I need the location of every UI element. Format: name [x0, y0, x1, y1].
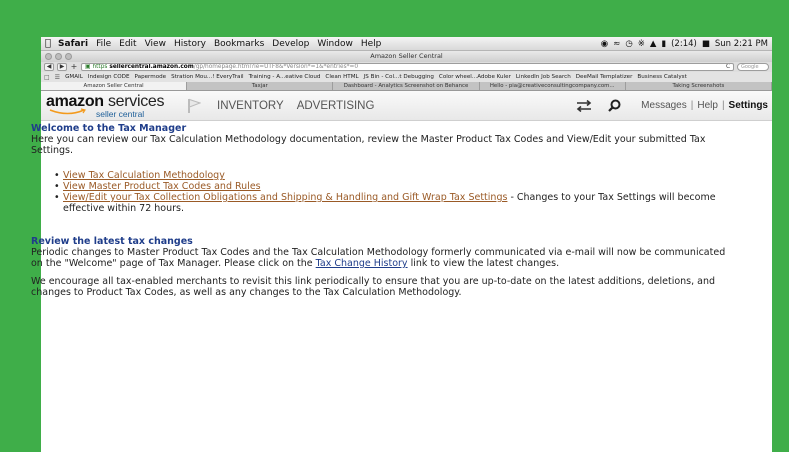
- bookmark-business-catalyst[interactable]: Business Catalyst: [637, 74, 686, 80]
- battery-icon[interactable]: ▮: [661, 39, 666, 49]
- tab-amazon-seller-central[interactable]: Amazon Seller Central: [41, 82, 188, 90]
- time-machine-icon[interactable]: ◷: [625, 39, 632, 49]
- battery-time: (2:14): [671, 38, 697, 49]
- clock[interactable]: Sun 2:21 PM: [715, 39, 768, 49]
- bluetooth-icon[interactable]: ※: [638, 39, 645, 49]
- window-controls: [45, 53, 72, 60]
- welcome-heading: Welcome to the Tax Manager: [31, 123, 187, 134]
- review-text: Periodic changes to Master Product Tax C…: [31, 247, 731, 269]
- menu-history[interactable]: History: [174, 39, 206, 49]
- mac-menubar:  Safari File Edit View History Bookmark…: [41, 37, 772, 51]
- window-title: Amazon Seller Central: [370, 52, 443, 60]
- search-input[interactable]: Google: [737, 63, 769, 71]
- bookmark-linkedin[interactable]: LinkedIn Job Search: [516, 74, 571, 80]
- review-text-b: link to view the latest changes.: [407, 258, 560, 269]
- url-scheme: https: [92, 64, 108, 70]
- bookmark-training[interactable]: Training - A...eative Cloud: [249, 74, 321, 80]
- close-window-button[interactable]: [45, 53, 52, 60]
- nav-inventory[interactable]: INVENTORY: [217, 100, 284, 112]
- bookmarks-bar: □ ☰ GMAIL Indesign CODE Papermode Strati…: [41, 72, 772, 82]
- menu-help[interactable]: Help: [361, 39, 382, 49]
- menu-app-safari[interactable]: Safari: [58, 39, 88, 49]
- reading-list-icon[interactable]: □: [44, 74, 50, 81]
- nav-advertising[interactable]: ADVERTISING: [297, 100, 375, 112]
- volume-icon[interactable]: ▲: [650, 39, 657, 49]
- review-heading: Review the latest tax changes: [31, 236, 193, 247]
- tab-taking-screenshots[interactable]: Taking Screenshots: [626, 82, 772, 90]
- bookmark-papermode[interactable]: Papermode: [135, 74, 167, 80]
- wifi-icon[interactable]: ≈: [613, 39, 620, 49]
- tax-change-history-link[interactable]: Tax Change History: [316, 258, 408, 269]
- show-all-bookmarks-icon[interactable]: ☰: [55, 74, 60, 81]
- forward-button[interactable]: ▶: [57, 63, 67, 71]
- bookmark-jsbin[interactable]: JS Bin - Col...t Debugging: [364, 74, 434, 80]
- apple-icon[interactable]: : [45, 38, 51, 49]
- tab-taxjar[interactable]: Taxjar: [187, 82, 334, 90]
- address-toolbar: ◀ ▶ + ▣ https sellercentral.amazon.com /…: [41, 62, 772, 72]
- tax-links-list: View Tax Calculation Methodology View Ma…: [54, 170, 731, 214]
- edit-tax-settings-link[interactable]: View/Edit your Tax Collection Obligation…: [63, 192, 507, 203]
- flag-icon[interactable]: [187, 98, 201, 114]
- url-path: /gp/homepage.html?ie=UTF8&*Version*=1&*e…: [193, 64, 359, 70]
- encourage-text: We encourage all tax-enabled merchants t…: [31, 276, 716, 298]
- bookmark-clean-html[interactable]: Clean HTML: [325, 74, 358, 80]
- menu-edit[interactable]: Edit: [119, 39, 136, 49]
- url-field[interactable]: ▣ https sellercentral.amazon.com /gp/hom…: [81, 63, 734, 71]
- lock-icon: ▣: [85, 64, 91, 70]
- help-link[interactable]: Help: [693, 100, 722, 111]
- list-item: View Master Product Tax Codes and Rules: [54, 181, 731, 192]
- messages-link[interactable]: Messages: [637, 100, 691, 111]
- tab-hello-email[interactable]: Hello - pia@creativeconsultingcompany.co…: [480, 82, 626, 90]
- menu-file[interactable]: File: [96, 39, 111, 49]
- main-nav: INVENTORY ADVERTISING: [217, 100, 374, 112]
- logo-services: services: [107, 93, 165, 110]
- header-right-nav: Messages | Help | Settings: [576, 99, 772, 112]
- search-icon[interactable]: [608, 99, 621, 112]
- logo-seller-central: seller central: [96, 109, 145, 119]
- view-tax-methodology-link[interactable]: View Tax Calculation Methodology: [63, 170, 225, 181]
- url-host: sellercentral.amazon.com: [109, 64, 194, 70]
- flag-icon[interactable]: ■: [702, 39, 710, 49]
- zoom-window-button[interactable]: [65, 53, 72, 60]
- back-button[interactable]: ◀: [44, 63, 54, 71]
- bookmark-color-wheel[interactable]: Color wheel...Adobe Kuler: [439, 74, 511, 80]
- welcome-text: Here you can review our Tax Calculation …: [31, 134, 706, 156]
- seller-central-header: amazon services seller central INVENTORY…: [41, 91, 772, 121]
- reload-icon[interactable]: C: [726, 64, 730, 70]
- window-titlebar: Amazon Seller Central: [41, 51, 772, 62]
- menubar-status: ◉ ≈ ◷ ※ ▲ ▮ (2:14) ■ Sun 2:21 PM: [601, 39, 768, 49]
- menu-view[interactable]: View: [145, 39, 166, 49]
- swap-arrows-icon[interactable]: [576, 99, 592, 112]
- bookmark-indesign-code[interactable]: Indesign CODE: [88, 74, 130, 80]
- settings-link[interactable]: Settings: [725, 100, 772, 111]
- menu-bookmarks[interactable]: Bookmarks: [214, 39, 264, 49]
- tab-dashboard-analytics[interactable]: Dashboard - Analytics Screenshot on Beha…: [333, 82, 480, 90]
- list-item: View Tax Calculation Methodology: [54, 170, 731, 181]
- menu-develop[interactable]: Develop: [272, 39, 309, 49]
- list-item: View/Edit your Tax Collection Obligation…: [54, 192, 731, 214]
- amazon-smile-icon: [49, 108, 86, 115]
- creative-cloud-icon[interactable]: ◉: [601, 39, 608, 49]
- minimize-window-button[interactable]: [55, 53, 62, 60]
- bookmark-gmail[interactable]: GMAIL: [65, 74, 83, 80]
- bookmark-stration[interactable]: Stration Mou...! EveryTrail: [171, 74, 243, 80]
- view-master-tax-codes-link[interactable]: View Master Product Tax Codes and Rules: [63, 181, 261, 192]
- bookmark-deemail[interactable]: DeeMail Templatizer: [576, 74, 633, 80]
- tax-manager-content: Welcome to the Tax Manager Here you can …: [31, 123, 731, 298]
- menu-window[interactable]: Window: [317, 39, 353, 49]
- add-bookmark-button[interactable]: +: [70, 63, 78, 71]
- amazon-services-logo[interactable]: amazon services seller central: [46, 93, 186, 119]
- tab-bar: Amazon Seller Central Taxjar Dashboard -…: [41, 82, 772, 91]
